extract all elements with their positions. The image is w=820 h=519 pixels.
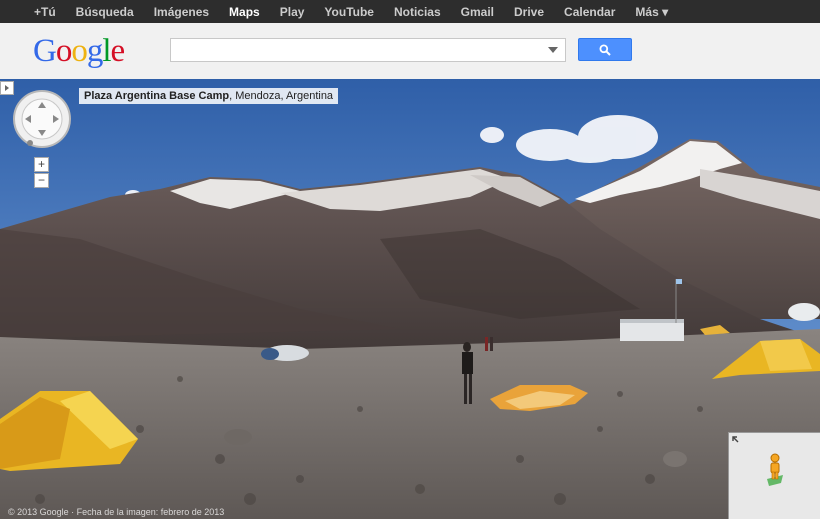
nav-search[interactable]: Búsqueda — [66, 5, 144, 19]
maps-header: Google — [0, 23, 820, 80]
nav-youtube[interactable]: YouTube — [314, 5, 384, 19]
zoom-control: + − — [34, 157, 49, 189]
logo-letter-g2: g — [86, 33, 103, 69]
street-view-panorama[interactable]: Plaza Argentina Base Camp, Mendoza, Arge… — [0, 79, 820, 519]
logo-letter-l: l — [102, 33, 111, 69]
copyright-text: © 2013 Google · Fecha de la imagen: febr… — [8, 507, 225, 517]
search-options-dropdown-icon[interactable] — [548, 47, 558, 53]
minimap[interactable] — [728, 432, 820, 519]
location-name: Plaza Argentina Base Camp — [84, 90, 230, 102]
pan-control-icon[interactable] — [12, 89, 72, 149]
logo-letter-e: e — [110, 33, 126, 69]
nav-play[interactable]: Play — [270, 5, 315, 19]
search-button[interactable] — [578, 38, 632, 61]
google-bar-nav: +Tú Búsqueda Imágenes Maps Play YouTube … — [0, 0, 678, 23]
search-input[interactable] — [171, 39, 543, 61]
magnifier-icon — [599, 44, 611, 56]
panorama-image — [0, 79, 820, 519]
nav-drive[interactable]: Drive — [504, 5, 554, 19]
logo-letter-o2: o — [71, 33, 87, 69]
expand-icon[interactable] — [732, 436, 742, 446]
zoom-in-button[interactable]: + — [34, 157, 49, 172]
google-logo[interactable]: Google — [33, 33, 126, 70]
nav-more[interactable]: Más ▾ — [625, 5, 678, 19]
nav-gmail[interactable]: Gmail — [451, 5, 504, 19]
logo-letter-g: G — [33, 33, 57, 69]
nav-images[interactable]: Imágenes — [144, 5, 219, 19]
nav-calendar[interactable]: Calendar — [554, 5, 625, 19]
logo-letter-o1: o — [55, 33, 72, 69]
google-bar: +Tú Búsqueda Imágenes Maps Play YouTube … — [0, 0, 820, 23]
nav-plus-you[interactable]: +Tú — [0, 5, 66, 19]
location-region: , Mendoza, Argentina — [229, 90, 334, 102]
zoom-out-button[interactable]: − — [34, 173, 49, 188]
search-box — [170, 38, 566, 62]
nav-maps[interactable]: Maps — [219, 5, 270, 19]
pegman-icon[interactable] — [765, 453, 785, 489]
nav-news[interactable]: Noticias — [384, 5, 451, 19]
location-label: Plaza Argentina Base Camp, Mendoza, Arge… — [79, 88, 339, 104]
